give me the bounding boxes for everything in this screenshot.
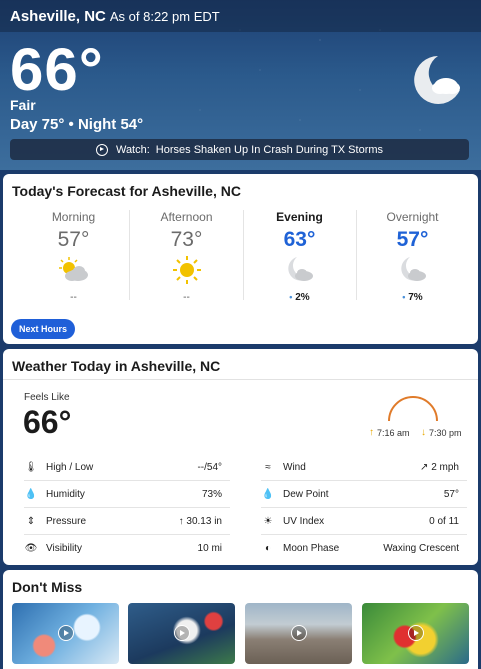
detail-humidity: 💧 Humidity 73% bbox=[24, 481, 222, 507]
title-divider bbox=[3, 379, 478, 380]
night-cloud-icon bbox=[400, 257, 426, 281]
sunset-time: 7:30 pm bbox=[429, 427, 462, 438]
raindrop-icon: • bbox=[402, 292, 406, 302]
period-precip: • 2% bbox=[243, 292, 356, 303]
period-temp: 63° bbox=[283, 228, 316, 251]
detail-value: Waxing Crescent bbox=[383, 542, 459, 554]
pressure-up-arrow-icon: ↑ bbox=[178, 515, 184, 527]
visibility-icon: 👁 bbox=[24, 542, 38, 554]
location-bar: Asheville, NC As of 8:22 pm EDT bbox=[0, 0, 481, 32]
partly-cloudy-icon bbox=[58, 257, 88, 281]
period-name: Morning bbox=[51, 210, 96, 224]
sun-arc-icon bbox=[388, 396, 438, 422]
detail-label: Humidity bbox=[46, 488, 85, 500]
detail-visibility: 👁 Visibility 10 mi bbox=[24, 535, 222, 561]
play-icon bbox=[408, 625, 424, 641]
forecast-period-overnight: Overnight 57° • 7% bbox=[356, 208, 469, 303]
period-name: Overnight bbox=[386, 210, 439, 224]
sunset: ↓ 7:30 pm bbox=[421, 427, 462, 438]
detail-wind: ≈ Wind ↗ 2 mph bbox=[261, 454, 459, 480]
play-icon bbox=[95, 143, 108, 156]
period-temp: 57° bbox=[57, 228, 90, 251]
play-icon bbox=[291, 625, 307, 641]
pressure-value: 30.13 in bbox=[186, 515, 222, 527]
condition-phrase: Fair bbox=[10, 97, 36, 113]
wind-icon: ≈ bbox=[265, 461, 271, 473]
wind-direction-icon: ↗ bbox=[420, 461, 429, 473]
dont-miss-card: Don't Miss bbox=[3, 570, 478, 669]
detail-label: Wind bbox=[283, 461, 306, 473]
dew-point-icon: 💧 bbox=[261, 488, 275, 500]
moon-phase-icon: ◐ bbox=[264, 542, 272, 554]
current-conditions-hero: Asheville, NC As of 8:22 pm EDT 66° Fair… bbox=[0, 0, 481, 170]
sunrise-icon: ↑ bbox=[369, 427, 374, 438]
period-temp: 73° bbox=[170, 228, 203, 251]
detail-value: 57° bbox=[443, 488, 459, 500]
raindrop-icon: • bbox=[289, 292, 293, 302]
precip-value: 7% bbox=[408, 292, 423, 303]
day-night-temps: Day 75° • Night 54° bbox=[10, 116, 144, 133]
detail-high-low: 🌡 High / Low --/54° bbox=[24, 454, 222, 480]
detail-dew-point: 💧 Dew Point 57° bbox=[261, 481, 459, 507]
detail-moon-phase: ◐ Moon Phase Waxing Crescent bbox=[261, 535, 459, 561]
sunset-icon: ↓ bbox=[421, 427, 426, 438]
watch-label: Watch: bbox=[115, 143, 150, 156]
precip-value: 2% bbox=[295, 292, 310, 303]
feels-like-temp: 66° bbox=[23, 404, 72, 440]
todays-forecast-card: Today's Forecast for Asheville, NC Morni… bbox=[3, 174, 478, 344]
as-of-time: As of 8:22 pm EDT bbox=[109, 8, 220, 24]
play-icon bbox=[174, 625, 190, 641]
next-hours-button[interactable]: Next Hours bbox=[11, 319, 75, 339]
detail-label: High / Low bbox=[46, 461, 94, 473]
detail-value: ↑ 30.13 in bbox=[179, 516, 222, 527]
humidity-icon: 💧 bbox=[24, 488, 38, 500]
detail-value: --/54° bbox=[197, 461, 222, 473]
weather-today-card: Weather Today in Asheville, NC Feels Lik… bbox=[3, 349, 478, 565]
detail-value: 73% bbox=[201, 488, 222, 500]
period-name: Evening bbox=[276, 210, 323, 224]
detail-label: Visibility bbox=[46, 542, 82, 554]
thermometer-icon: 🌡 bbox=[24, 461, 38, 473]
detail-label: UV Index bbox=[283, 515, 325, 527]
period-precip: -- bbox=[70, 292, 77, 303]
pressure-icon: ⇕ bbox=[26, 515, 36, 527]
video-thumb-storm-damage[interactable] bbox=[245, 603, 352, 664]
detail-label: Moon Phase bbox=[283, 542, 340, 554]
uv-index-icon: ☀ bbox=[263, 515, 273, 527]
feels-like-label: Feels Like bbox=[24, 392, 70, 403]
detail-pressure: ⇕ Pressure ↑ 30.13 in bbox=[24, 508, 222, 534]
play-icon bbox=[58, 625, 74, 641]
period-temp: 57° bbox=[396, 228, 429, 251]
detail-value: 0 of 11 bbox=[429, 515, 459, 527]
period-name: Afternoon bbox=[160, 210, 213, 224]
forecast-period-evening: Evening 63° • 2% bbox=[243, 208, 356, 303]
today-title: Weather Today in Asheville, NC bbox=[12, 358, 221, 374]
sunrise-time: 7:16 am bbox=[377, 427, 410, 438]
watch-video-banner[interactable]: Watch: Horses Shaken Up In Crash During … bbox=[10, 139, 469, 160]
current-temperature: 66° bbox=[10, 36, 104, 103]
sunny-icon bbox=[172, 256, 201, 284]
detail-value: 10 mi bbox=[197, 542, 222, 554]
detail-label: Pressure bbox=[46, 515, 87, 527]
video-thumb-hurricane-satellite[interactable] bbox=[128, 603, 235, 664]
forecast-period-morning: Morning 57° -- bbox=[17, 208, 130, 303]
period-precip: • 7% bbox=[356, 292, 469, 303]
sunrise: ↑ 7:16 am bbox=[369, 427, 410, 438]
detail-uv-index: ☀ UV Index 0 of 11 bbox=[261, 508, 459, 534]
location-name[interactable]: Asheville, NC bbox=[10, 8, 106, 25]
wind-value: 2 mph bbox=[431, 461, 459, 473]
period-precip: -- bbox=[183, 292, 190, 303]
moon-cloud-icon bbox=[414, 56, 460, 104]
night-cloud-icon bbox=[287, 257, 313, 281]
forecast-period-afternoon: Afternoon 73° -- bbox=[130, 208, 243, 303]
video-thumb-radar-map[interactable] bbox=[362, 603, 469, 664]
detail-label: Dew Point bbox=[283, 488, 329, 500]
watch-headline: Horses Shaken Up In Crash During TX Stor… bbox=[155, 143, 384, 156]
forecast-title: Today's Forecast for Asheville, NC bbox=[12, 183, 241, 199]
detail-value: ↗ 2 mph bbox=[420, 462, 459, 473]
video-thumb-weather-map[interactable] bbox=[12, 603, 119, 664]
dont-miss-title: Don't Miss bbox=[12, 579, 83, 595]
